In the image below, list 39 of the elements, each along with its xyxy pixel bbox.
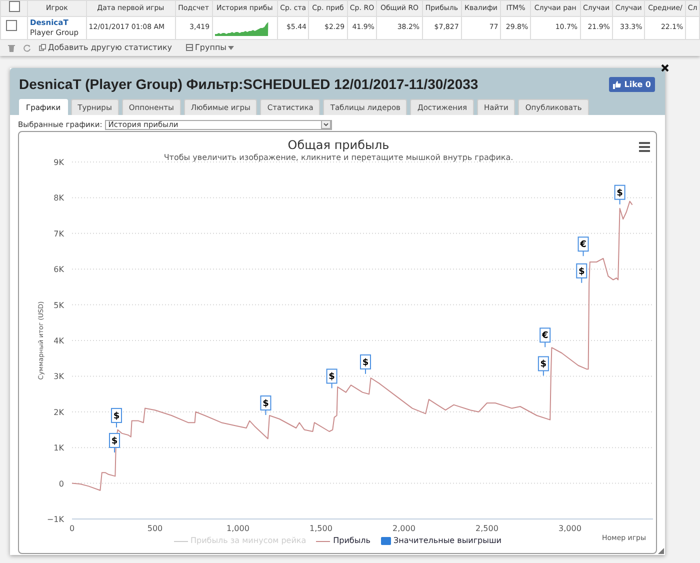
caret-icon	[228, 46, 234, 50]
chart-subtitle: Чтобы увеличить изображение, кликните и перетащите мышкой внутрь графика.	[164, 153, 514, 162]
panel-title: DesnicaT (Player Group) Фильтр:SCHEDULED 12/01/2017-11/30/2033	[19, 75, 478, 94]
y-tick-label: 3K	[54, 372, 64, 382]
trash-icon[interactable]	[8, 44, 15, 52]
y-tick-label: 6K	[54, 265, 64, 274]
y-tick-label: 9K	[54, 158, 64, 168]
grid-icon	[186, 44, 194, 51]
close-icon[interactable]	[661, 64, 669, 72]
x-tick-label: 1,000	[226, 524, 250, 534]
x-tick-label: 1,500	[310, 524, 332, 534]
y-tick-label: 2K	[54, 408, 64, 418]
y-tick-label: 7K	[54, 230, 64, 239]
like-button[interactable]: Like 0	[609, 77, 655, 92]
menu-icon[interactable]	[639, 142, 650, 152]
y-tick-label: 8K	[54, 194, 64, 203]
thumbs-up-icon	[613, 80, 622, 88]
y-tick-label: −1K	[46, 515, 64, 524]
checkbox[interactable]	[8, 1, 20, 12]
x-tick-label: 3,000	[558, 524, 582, 534]
chart-title: Общая прибыль	[288, 138, 390, 152]
x-tick-label: 2,000	[392, 524, 416, 534]
x-tick-label: 0	[69, 524, 75, 534]
legend-item[interactable]: Прибыль	[316, 535, 371, 548]
y-tick-label: 4K	[54, 336, 64, 346]
legend-item[interactable]: Значительные выигрыши	[380, 535, 502, 548]
chevron-down-icon	[321, 120, 332, 130]
resize-grip-icon[interactable]	[658, 548, 664, 554]
checkbox[interactable]	[6, 20, 17, 32]
sparkline	[214, 20, 269, 36]
x-tick-label: 500	[147, 524, 163, 534]
y-tick-label: 5K	[54, 301, 64, 310]
groups-button[interactable]: Группы	[186, 42, 234, 54]
copy-icon	[39, 44, 46, 51]
refresh-icon[interactable]	[23, 44, 31, 52]
add-statistic-button[interactable]: Добавить другую статистику	[39, 42, 172, 54]
y-tick-label: 1K	[54, 444, 64, 453]
x-tick-label: 2,500	[476, 524, 498, 534]
y-tick-label: 0	[58, 480, 64, 489]
